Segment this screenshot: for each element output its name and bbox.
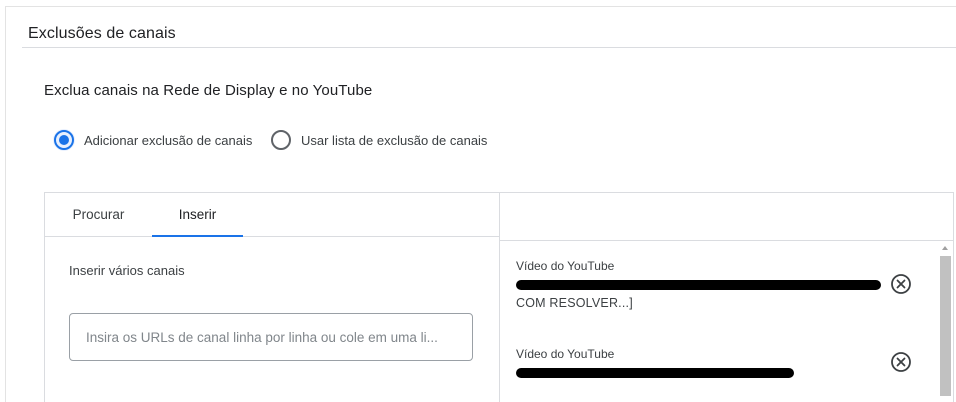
radio-add-channel-exclusion[interactable]: Adicionar exclusão de canais [53,129,252,151]
radio-use-exclusion-list[interactable]: Usar lista de exclusão de canais [270,129,487,151]
radio-label-add: Adicionar exclusão de canais [84,132,253,148]
tab-procurar[interactable]: Procurar [45,193,152,237]
insert-multiple-label: Inserir vários canais [69,263,185,278]
channel-urls-input[interactable] [69,313,473,361]
redacted-title [516,368,794,378]
panel-left: Procurar Inserir Inserir vários canais [45,193,500,402]
section-divider [22,47,956,48]
page: Exclusões de canais Exclua canais na Red… [0,0,956,402]
list-item: Vídeo do YouTube COM RESOLVER...] [516,259,916,310]
subheading: Exclua canais na Rede de Display e no Yo… [44,82,373,99]
section-title: Exclusões de canais [28,25,176,42]
redacted-title [516,280,881,290]
scrollbar-thumb[interactable] [940,256,951,396]
exclusion-panel: Procurar Inserir Inserir vários canais V… [44,192,954,402]
list-item: Vídeo do YouTube [516,347,916,378]
selected-list-header [500,193,953,241]
tab-inserir[interactable]: Inserir [152,193,243,237]
item-title-tail: COM RESOLVER...] [516,296,633,310]
panel-right: Vídeo do YouTube COM RESOLVER...] Vídeo … [500,193,953,402]
remove-item-2-circle-x-icon[interactable] [890,351,912,373]
radio-label-list: Usar lista de exclusão de canais [301,132,488,148]
radio-checked-icon[interactable] [54,130,74,150]
scroll-up-arrow-icon[interactable] [942,246,948,250]
remove-item-1-circle-x-icon[interactable] [890,273,912,295]
tab-bar: Procurar Inserir [45,193,500,237]
item-type-label: Vídeo do YouTube [516,347,615,361]
radio-unchecked-icon[interactable] [271,130,291,150]
item-type-label: Vídeo do YouTube [516,259,615,273]
radio-halo [53,129,75,151]
